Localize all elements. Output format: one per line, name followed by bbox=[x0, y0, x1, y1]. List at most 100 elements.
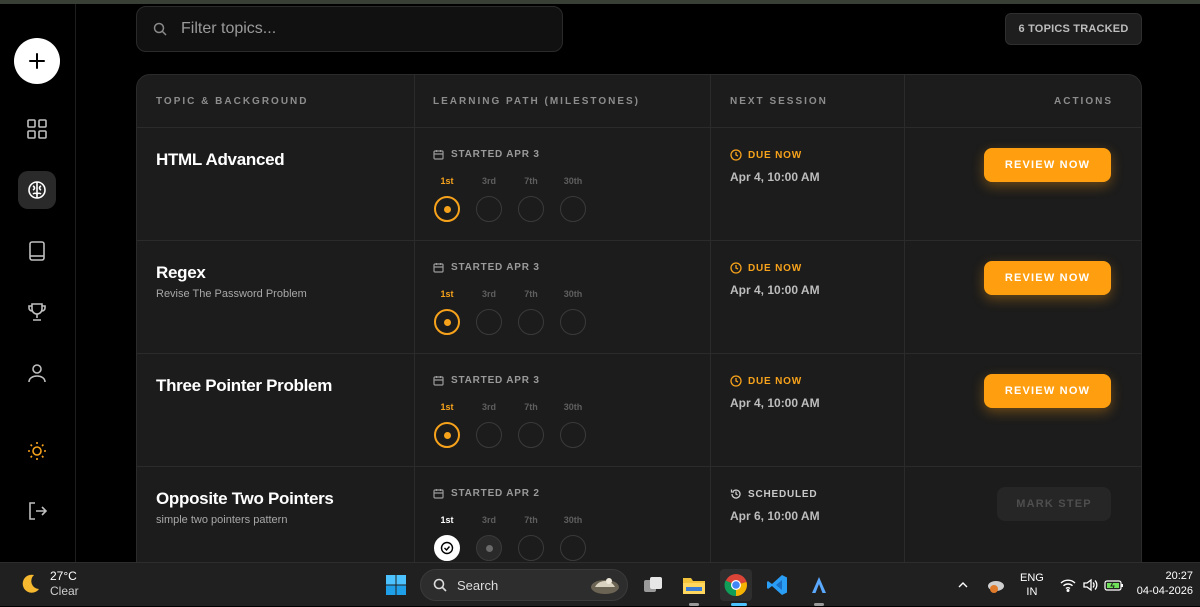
battery-charging-icon[interactable] bbox=[1104, 578, 1124, 592]
milestone-current bbox=[434, 309, 460, 335]
search-highlight-icon bbox=[591, 578, 619, 594]
clock-time: 20:27 bbox=[1165, 570, 1193, 582]
wifi-icon[interactable] bbox=[1060, 578, 1076, 592]
milestone-label-3rd: 3rd bbox=[481, 515, 496, 525]
language-code: ENG bbox=[1020, 572, 1044, 584]
status-label: DUE NOW bbox=[748, 262, 802, 274]
milestone-pending bbox=[476, 196, 502, 222]
filter-search-box[interactable] bbox=[136, 6, 563, 52]
sidebar-item-dashboard[interactable] bbox=[18, 110, 56, 148]
table-row: Three Pointer Problem STARTED APR 3 1st … bbox=[137, 354, 1141, 467]
topics-table: TOPIC & BACKGROUND LEARNING PATH (MILEST… bbox=[136, 74, 1142, 562]
mark-step-button[interactable]: MARK STEP bbox=[997, 487, 1111, 521]
review-now-button[interactable]: REVIEW NOW bbox=[984, 148, 1111, 182]
topic-title: HTML Advanced bbox=[156, 150, 285, 169]
grid-icon bbox=[27, 119, 47, 139]
milestone-label-30th: 30th bbox=[563, 515, 583, 525]
history-icon bbox=[730, 489, 741, 499]
letter-a-app-icon bbox=[812, 577, 826, 593]
chrome-button[interactable] bbox=[720, 569, 752, 601]
plus-icon bbox=[29, 53, 45, 69]
clock-date: 04-04-2026 bbox=[1136, 585, 1193, 597]
main-content: 6 TOPICS TRACKED TOPIC & BACKGROUND LEAR… bbox=[76, 4, 1200, 562]
status-label: SCHEDULED bbox=[748, 488, 818, 500]
system-tray: ENG IN bbox=[956, 563, 1124, 607]
milestone-label-1st: 1st bbox=[440, 289, 454, 299]
sidebar-item-brain[interactable] bbox=[18, 171, 56, 209]
milestone-label-30th: 30th bbox=[563, 176, 583, 186]
topic-subtitle: Revise The Password Problem bbox=[156, 288, 307, 300]
next-session-time: Apr 4, 10:00 AM bbox=[730, 283, 820, 297]
moon-icon bbox=[22, 574, 39, 593]
milestone-label-7th: 7th bbox=[524, 402, 538, 412]
theme-toggle-button[interactable] bbox=[18, 432, 56, 470]
app-a-button[interactable] bbox=[803, 569, 835, 601]
milestone-label-30th: 30th bbox=[563, 402, 583, 412]
chrome-icon bbox=[724, 574, 747, 597]
milestone-pending bbox=[518, 309, 544, 335]
windows-logo-icon bbox=[386, 575, 406, 595]
calendar-icon bbox=[433, 376, 444, 386]
folder-icon bbox=[683, 578, 705, 594]
topic-title: Opposite Two Pointers bbox=[156, 489, 334, 508]
milestone-next bbox=[476, 535, 502, 561]
status-label: DUE NOW bbox=[748, 149, 802, 161]
filter-topics-input[interactable] bbox=[181, 20, 541, 38]
milestone-pending bbox=[560, 196, 586, 222]
milestone-label-3rd: 3rd bbox=[481, 289, 496, 299]
column-header-next: NEXT SESSION bbox=[730, 96, 828, 107]
sidebar-item-profile[interactable] bbox=[18, 354, 56, 392]
taskbar-search[interactable]: Search bbox=[420, 569, 628, 601]
topic-title: Regex bbox=[156, 263, 206, 282]
milestone-label-7th: 7th bbox=[524, 289, 538, 299]
system-clock[interactable]: 20:27 04-04-2026 bbox=[1133, 569, 1193, 599]
logout-button[interactable] bbox=[18, 492, 56, 530]
language-indicator[interactable]: ENG IN bbox=[1020, 571, 1044, 599]
status-label: DUE NOW bbox=[748, 375, 802, 387]
started-label: STARTED APR 3 bbox=[451, 149, 540, 160]
milestone-label-7th: 7th bbox=[524, 176, 538, 186]
column-header-actions: ACTIONS bbox=[1054, 96, 1113, 107]
milestone-pending bbox=[476, 422, 502, 448]
task-view-icon bbox=[644, 577, 662, 592]
user-icon bbox=[28, 364, 46, 383]
search-icon bbox=[433, 578, 447, 592]
next-session-time: Apr 4, 10:00 AM bbox=[730, 396, 820, 410]
milestone-pending bbox=[518, 535, 544, 561]
milestone-pending bbox=[476, 309, 502, 335]
milestone-label-3rd: 3rd bbox=[481, 176, 496, 186]
milestone-current bbox=[434, 422, 460, 448]
vscode-icon bbox=[767, 575, 787, 595]
add-topic-button[interactable] bbox=[14, 38, 60, 84]
book-icon bbox=[29, 241, 45, 261]
column-header-topic: TOPIC & BACKGROUND bbox=[156, 96, 309, 107]
task-view-button[interactable] bbox=[637, 569, 669, 601]
start-button[interactable] bbox=[380, 569, 412, 601]
logout-icon bbox=[29, 502, 48, 520]
sidebar-item-library[interactable] bbox=[18, 232, 56, 270]
search-icon bbox=[153, 22, 167, 36]
os-taskbar: 27°C Clear Search ENG IN 20:27 04-04-202… bbox=[0, 562, 1200, 606]
milestone-label-30th: 30th bbox=[563, 289, 583, 299]
started-date: STARTED APR 3 bbox=[433, 149, 540, 160]
cloud-sync-icon[interactable] bbox=[986, 576, 1006, 594]
session-status: DUE NOW bbox=[730, 149, 802, 161]
sidebar-item-achievements[interactable] bbox=[18, 293, 56, 331]
milestone-pending bbox=[560, 309, 586, 335]
session-status: DUE NOW bbox=[730, 262, 802, 274]
milestone-label-1st: 1st bbox=[440, 176, 454, 186]
file-explorer-button[interactable] bbox=[678, 569, 710, 601]
chevron-up-icon[interactable] bbox=[956, 578, 970, 592]
session-status: DUE NOW bbox=[730, 375, 802, 387]
milestone-pending bbox=[518, 422, 544, 448]
sidebar bbox=[0, 4, 76, 562]
volume-icon[interactable] bbox=[1082, 578, 1098, 592]
weather-widget[interactable]: 27°C Clear bbox=[18, 569, 79, 599]
topic-subtitle: simple two pointers pattern bbox=[156, 514, 288, 526]
review-now-button[interactable]: REVIEW NOW bbox=[984, 374, 1111, 408]
table-row: Opposite Two Pointers simple two pointer… bbox=[137, 467, 1141, 562]
region-code: IN bbox=[1026, 586, 1038, 598]
vscode-button[interactable] bbox=[761, 569, 793, 601]
weather-condition: Clear bbox=[50, 584, 79, 598]
review-now-button[interactable]: REVIEW NOW bbox=[984, 261, 1111, 295]
